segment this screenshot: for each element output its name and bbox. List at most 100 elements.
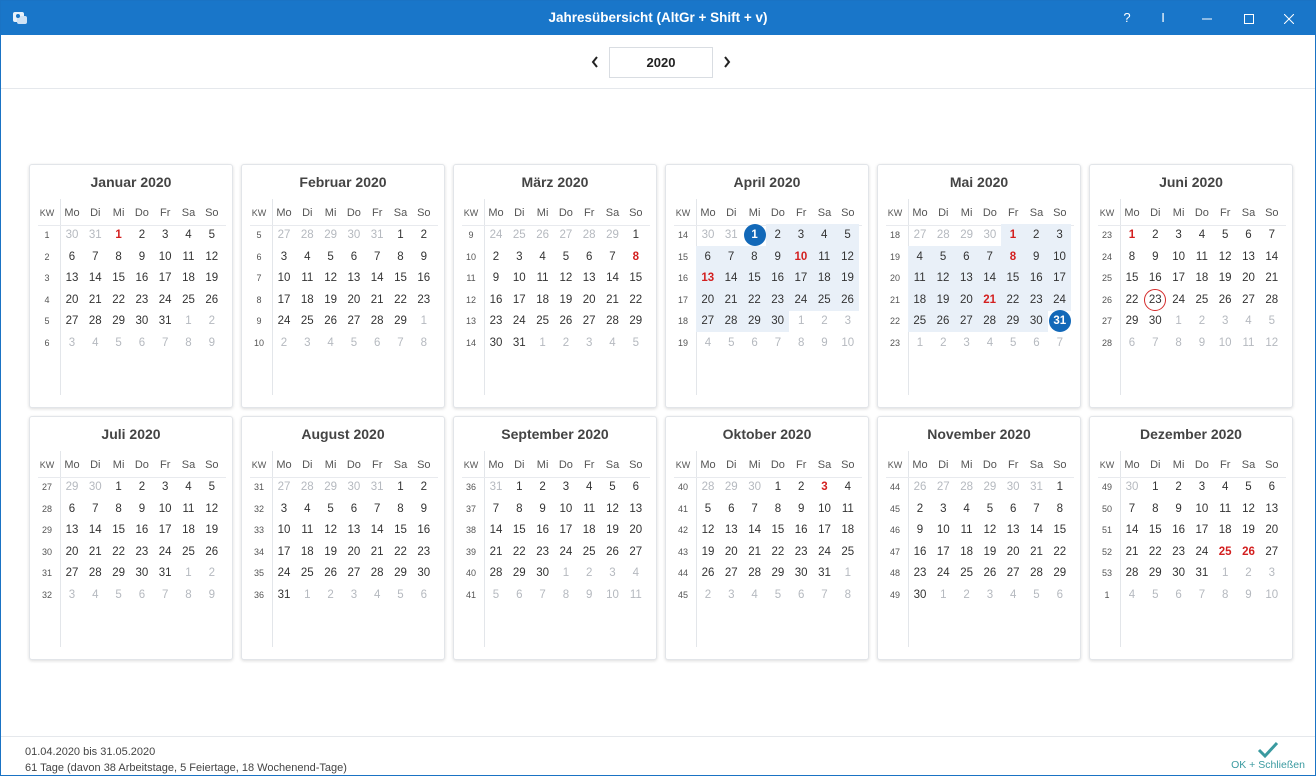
day-cell[interactable]: 21 [602,289,624,311]
day-cell[interactable]: 1 [1144,476,1166,498]
day-cell[interactable]: 19 [1214,267,1236,289]
day-cell-outside-month[interactable]: 30 [1002,476,1024,498]
day-cell[interactable]: 10 [555,498,577,520]
day-cell[interactable]: 8 [625,246,647,268]
help-button[interactable]: ? [1109,1,1145,35]
day-cell[interactable]: 10 [1191,498,1213,520]
day-cell[interactable]: 17 [154,519,176,541]
day-cell[interactable]: 5 [931,245,955,268]
day-cell[interactable]: 9 [131,498,153,520]
day-cell[interactable]: 7 [977,245,1002,268]
day-cell[interactable]: 8 [1001,245,1025,268]
day-cell[interactable]: 18 [296,289,318,311]
day-cell[interactable]: 11 [956,519,978,541]
day-cell[interactable]: 22 [1001,288,1025,311]
day-cell-outside-month[interactable]: 27 [273,476,295,498]
day-cell[interactable]: 2 [532,476,554,498]
day-cell[interactable]: 24 [555,541,577,563]
day-cell[interactable]: 29 [1144,562,1166,584]
day-cell[interactable]: 22 [742,288,767,311]
day-cell-outside-month[interactable]: 28 [932,224,954,246]
day-cell[interactable]: 24 [1168,289,1190,311]
day-cell-outside-month[interactable]: 6 [790,584,812,606]
day-cell[interactable]: 1 [390,224,412,246]
day-cell-outside-month[interactable]: 24 [485,224,507,246]
day-cell[interactable]: 22 [390,289,412,311]
day-cell[interactable]: 15 [625,267,647,289]
day-cell[interactable]: 1 [1001,224,1025,246]
day-cell[interactable]: 27 [1002,562,1024,584]
day-cell[interactable]: 22 [108,289,130,311]
day-cell-outside-month[interactable]: 7 [1144,332,1166,354]
day-cell-outside-month[interactable]: 5 [1261,310,1283,332]
day-cell-outside-month[interactable]: 2 [201,562,223,584]
day-cell-outside-month[interactable]: 4 [1238,310,1260,332]
day-cell[interactable]: 6 [343,498,365,520]
day-cell-outside-month[interactable]: 29 [979,476,1001,498]
day-cell-outside-month[interactable]: 8 [1168,332,1190,354]
day-cell[interactable]: 2 [131,224,153,246]
day-cell[interactable]: 25 [178,541,200,563]
day-cell[interactable]: 5 [835,224,860,246]
day-cell-outside-month[interactable]: 29 [320,224,342,246]
day-cell[interactable]: 17 [814,519,836,541]
day-cell[interactable]: 14 [1261,246,1283,268]
day-cell-outside-month[interactable]: 29 [602,224,624,246]
day-cell[interactable]: 18 [178,519,200,541]
day-cell[interactable]: 19 [320,289,342,311]
day-cell[interactable]: 23 [413,541,435,563]
day-cell[interactable]: 6 [1238,224,1260,246]
day-cell[interactable]: 10 [1168,246,1190,268]
day-cell[interactable]: 15 [508,519,530,541]
day-cell-outside-month[interactable]: 31 [366,224,388,246]
day-cell[interactable]: 2 [909,498,931,520]
day-cell[interactable]: 12 [1238,498,1260,520]
day-cell[interactable]: 14 [1026,519,1048,541]
day-cell-outside-month[interactable]: 25 [508,224,530,246]
day-cell[interactable]: 29 [390,562,412,584]
day-cell-outside-month[interactable]: 6 [1049,584,1071,606]
day-cell[interactable]: 6 [1261,476,1283,498]
day-cell[interactable]: 18 [908,288,932,311]
day-cell-outside-month[interactable]: 8 [178,332,200,354]
day-cell-outside-month[interactable]: 1 [178,562,200,584]
day-cell-outside-month[interactable]: 4 [84,584,106,606]
day-cell[interactable]: 25 [532,310,554,332]
day-cell[interactable]: 20 [696,288,720,311]
day-cell-outside-month[interactable]: 9 [1191,332,1213,354]
day-cell[interactable]: 26 [1214,289,1236,311]
day-cell[interactable]: 29 [508,562,530,584]
day-cell[interactable]: 14 [977,267,1002,289]
day-cell[interactable]: 1 [390,476,412,498]
day-cell[interactable]: 20 [61,541,83,563]
day-cell[interactable]: 5 [201,476,223,498]
day-cell[interactable]: 15 [1049,519,1071,541]
day-cell[interactable]: 29 [108,562,130,584]
day-cell[interactable]: 3 [555,476,577,498]
day-cell-outside-month[interactable]: 2 [578,562,600,584]
day-cell[interactable]: 10 [273,267,295,289]
day-cell-outside-month[interactable]: 30 [343,224,365,246]
day-cell[interactable]: 14 [744,519,766,541]
day-cell[interactable]: 17 [1168,267,1190,289]
day-cell-outside-month[interactable]: 30 [1121,476,1143,498]
day-cell[interactable]: 24 [1191,541,1213,563]
day-cell[interactable]: 20 [343,541,365,563]
day-cell-outside-month[interactable]: 11 [1238,332,1260,354]
day-cell[interactable]: 28 [366,310,388,332]
day-cell[interactable]: 12 [320,519,342,541]
day-cell[interactable]: 17 [273,541,295,563]
day-cell[interactable]: 22 [390,541,412,563]
day-cell-outside-month[interactable]: 5 [485,584,507,606]
day-cell[interactable]: 8 [108,246,130,268]
day-cell[interactable]: 23 [1024,288,1048,311]
day-cell-outside-month[interactable]: 5 [1144,584,1166,606]
day-cell[interactable]: 15 [390,267,412,289]
day-cell[interactable]: 29 [742,310,767,332]
day-cell[interactable]: 16 [532,519,554,541]
day-cell[interactable]: 23 [131,289,153,311]
day-cell[interactable]: 2 [413,476,435,498]
day-cell-outside-month[interactable]: 8 [790,332,812,354]
day-cell[interactable]: 4 [812,224,836,246]
day-cell[interactable]: 12 [201,246,223,268]
